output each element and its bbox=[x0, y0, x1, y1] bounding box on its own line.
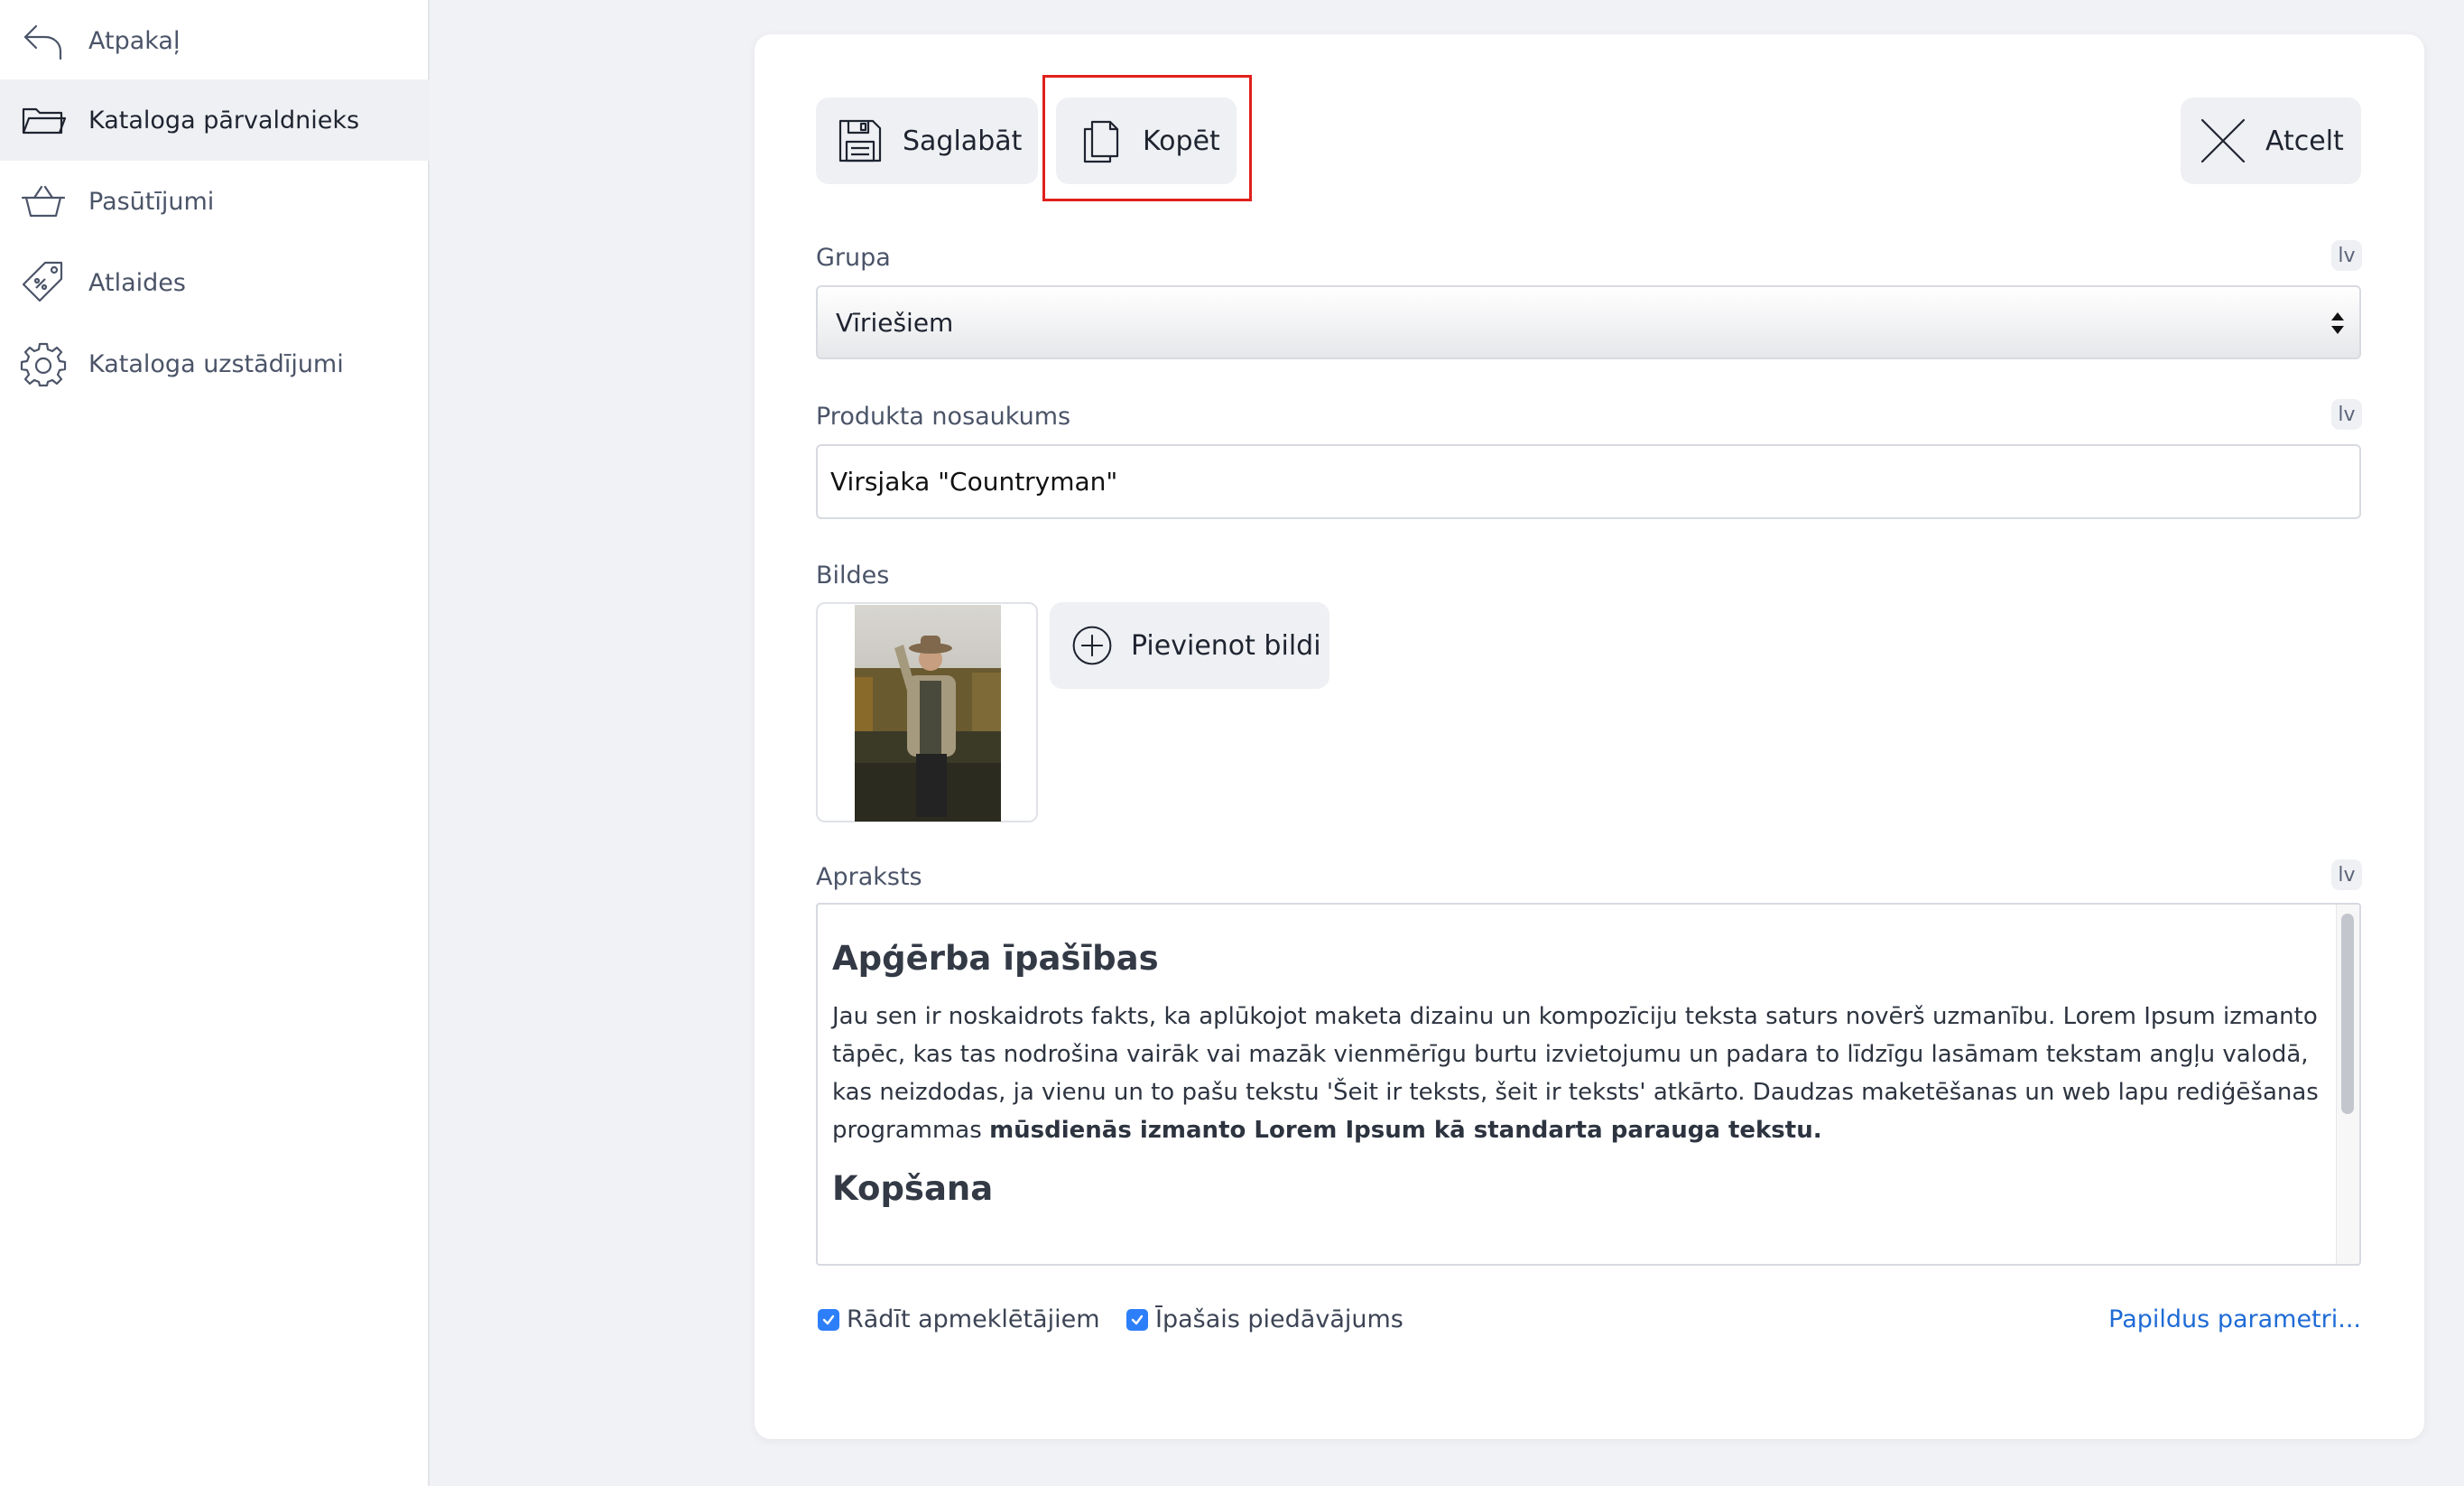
copy-button-highlight bbox=[1042, 75, 1252, 201]
group-select-value: Vīriešiem bbox=[836, 307, 954, 338]
show-to-visitors-checkbox[interactable]: Rādīt apmeklētājiem bbox=[818, 1305, 1100, 1333]
basket-icon bbox=[21, 185, 66, 218]
product-name-language-badge[interactable]: lv bbox=[2331, 399, 2362, 430]
checkmark-icon bbox=[822, 1314, 835, 1324]
save-button[interactable]: Saglabāt bbox=[816, 98, 1038, 184]
sidebar-item-label: Pasūtījumi bbox=[88, 187, 215, 216]
sidebar-item-label: Kataloga pārvaldnieks bbox=[88, 106, 360, 135]
special-offer-label: Īpašais piedāvājums bbox=[1155, 1305, 1403, 1333]
product-name-input[interactable]: Virsjaka "Countryman" bbox=[816, 444, 2361, 519]
special-offer-checkbox[interactable]: Īpašais piedāvājums bbox=[1126, 1305, 1403, 1333]
description-heading-care: Kopšana bbox=[832, 1169, 994, 1208]
checkmark-icon bbox=[1131, 1314, 1144, 1324]
plus-circle-icon bbox=[1072, 626, 1112, 665]
add-image-button-label: Pievienot bildi bbox=[1131, 629, 1321, 662]
group-label: Grupa bbox=[816, 244, 891, 272]
save-button-label: Saglabāt bbox=[903, 125, 1023, 157]
product-name-label: Produkta nosaukums bbox=[816, 403, 1071, 431]
group-language-badge[interactable]: lv bbox=[2331, 240, 2362, 271]
sidebar-item-catalog-settings[interactable]: Kataloga uzstādījumi bbox=[0, 323, 430, 404]
sidebar-item-discounts[interactable]: Atlaides bbox=[0, 242, 430, 323]
description-heading-properties: Apģērba īpašības bbox=[832, 939, 1159, 978]
cancel-button[interactable]: Atcelt bbox=[2181, 98, 2361, 184]
description-content: Apģērba īpašības Jau sen ir noskaidrots … bbox=[832, 939, 2321, 1228]
sidebar-item-label: Atpakaļ bbox=[88, 26, 181, 55]
select-arrows-icon bbox=[2331, 312, 2344, 334]
additional-parameters-link[interactable]: Papildus parametri... bbox=[2108, 1305, 2361, 1333]
folder-icon bbox=[22, 107, 67, 135]
product-image-thumbnail[interactable] bbox=[816, 602, 1038, 822]
add-image-button[interactable]: Pievienot bildi bbox=[1050, 602, 1329, 689]
back-arrow-icon bbox=[23, 24, 62, 60]
sidebar: Atpakaļ Kataloga pārvaldnieks Pasūtījumi… bbox=[0, 0, 430, 1486]
description-language-badge[interactable]: lv bbox=[2331, 859, 2362, 890]
checkbox-checked-icon bbox=[1126, 1308, 1148, 1331]
description-paragraph: Jau sen ir noskaidrots fakts, ka aplūkoj… bbox=[832, 998, 2321, 1149]
images-label: Bildes bbox=[816, 562, 890, 590]
cancel-button-label: Atcelt bbox=[2265, 125, 2344, 157]
description-paragraph-bold: mūsdienās izmanto Lorem Ipsum kā standar… bbox=[989, 1117, 1822, 1144]
gear-icon bbox=[20, 342, 67, 387]
sidebar-item-label: Kataloga uzstādījumi bbox=[88, 349, 344, 378]
group-select[interactable]: Vīriešiem bbox=[816, 285, 2361, 359]
sidebar-item-catalog-manager[interactable]: Kataloga pārvaldnieks bbox=[0, 79, 430, 161]
description-scrollbar[interactable] bbox=[2336, 905, 2359, 1264]
sidebar-item-label: Atlaides bbox=[88, 268, 186, 297]
checkbox-checked-icon bbox=[818, 1308, 839, 1331]
show-to-visitors-label: Rādīt apmeklētājiem bbox=[847, 1305, 1100, 1333]
sidebar-item-back[interactable]: Atpakaļ bbox=[0, 0, 430, 81]
description-label: Apraksts bbox=[816, 863, 922, 891]
product-photo-image bbox=[855, 605, 1001, 822]
floppy-disk-icon bbox=[838, 119, 882, 163]
description-scrollbar-thumb[interactable] bbox=[2341, 914, 2354, 1114]
close-icon bbox=[2200, 118, 2246, 163]
product-name-value: Virsjaka "Countryman" bbox=[830, 467, 1118, 497]
sidebar-item-orders[interactable]: Pasūtījumi bbox=[0, 161, 430, 242]
description-editor[interactable]: Apģērba īpašības Jau sen ir noskaidrots … bbox=[816, 903, 2361, 1266]
discount-tag-icon bbox=[22, 261, 63, 302]
